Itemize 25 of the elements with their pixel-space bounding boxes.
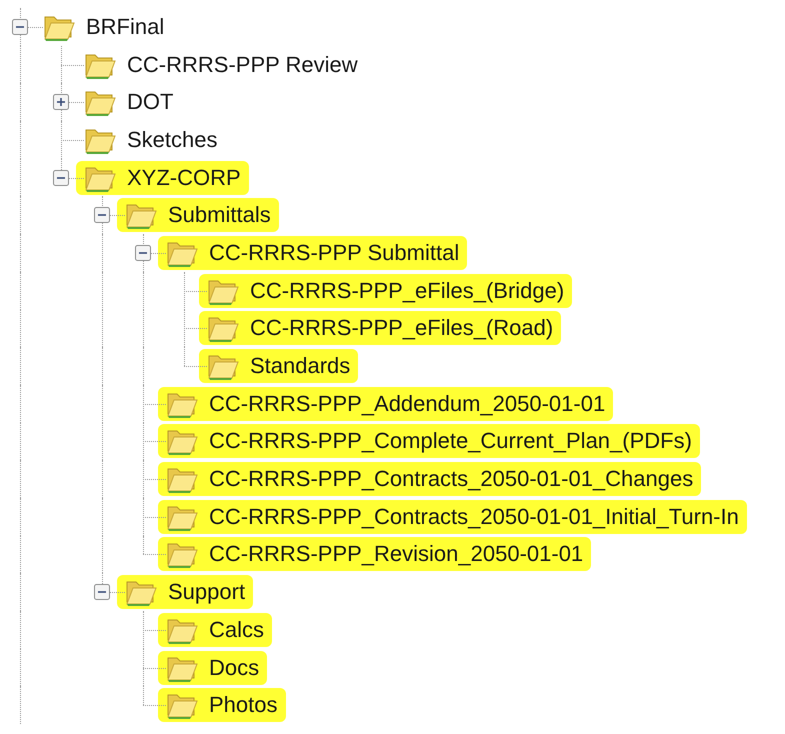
folder-name[interactable]: CC-RRRS-PPP_eFiles_(Road) xyxy=(250,315,554,342)
toggle-button[interactable] xyxy=(135,244,151,261)
folder-name[interactable]: Calcs xyxy=(209,616,264,643)
folder-name[interactable]: BRFinal xyxy=(86,14,164,40)
folder-name[interactable]: Sketches xyxy=(127,126,218,153)
toggle-button[interactable] xyxy=(12,18,28,35)
folder-name[interactable]: CC-RRRS-PPP Submittal xyxy=(209,240,460,266)
folder-name[interactable]: Docs xyxy=(209,654,260,681)
folder-name[interactable]: CC-RRRS-PPP_Revision_2050-01-01 xyxy=(209,541,584,568)
toggle-button[interactable] xyxy=(94,584,110,600)
toggle-button[interactable] xyxy=(53,94,69,110)
folder-name[interactable]: CC-RRRS-PPP_Contracts_2050-01-01_Initial_Turn-In xyxy=(209,504,739,530)
folder-name[interactable]: Support xyxy=(168,579,246,606)
folder-name[interactable]: CC-RRRS-PPP_Complete_Current_Plan_(PDFs) xyxy=(209,428,692,454)
folder-name[interactable]: Submittals xyxy=(168,202,271,228)
folder-name[interactable]: CC-RRRS-PPP Review xyxy=(127,52,358,78)
toggle-button[interactable] xyxy=(53,170,69,186)
folder-name[interactable]: XYZ-CORP xyxy=(127,164,241,191)
folder-name[interactable]: Photos xyxy=(209,692,278,718)
toggle-button[interactable] xyxy=(94,207,110,224)
folder-name[interactable]: Standards xyxy=(250,353,350,380)
folder-name[interactable]: DOT xyxy=(127,89,174,116)
folder-name[interactable]: CC-RRRS-PPP_Addendum_2050-01-01 xyxy=(209,390,606,417)
folder-name[interactable]: CC-RRRS-PPP_eFiles_(Bridge) xyxy=(250,278,564,304)
folder-name[interactable]: CC-RRRS-PPP_Contracts_2050-01-01_Changes xyxy=(209,466,694,492)
